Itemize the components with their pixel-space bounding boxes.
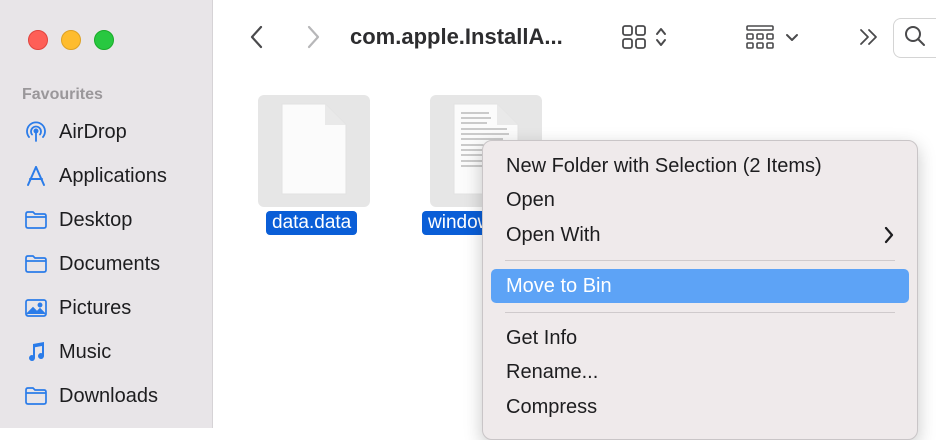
file-item[interactable]: data.data (258, 95, 370, 235)
chevron-left-icon (249, 24, 265, 55)
window-controls (28, 30, 114, 50)
grid-view-icon (621, 24, 647, 55)
favourites-list: AirDrop Applications Desktop Documents P… (0, 110, 212, 418)
menu-item-label: Open With (506, 223, 601, 246)
sidebar-item-label: Downloads (59, 384, 158, 407)
menu-item-open-with[interactable]: Open With (491, 218, 909, 252)
file-name-label[interactable]: data.data (266, 211, 358, 235)
zoom-window-button[interactable] (94, 30, 114, 50)
window-title: com.apple.InstallA... (350, 24, 563, 49)
sidebar-item-music[interactable]: Music (0, 330, 212, 374)
sidebar-item-label: Desktop (59, 208, 133, 231)
search-field[interactable] (893, 18, 936, 58)
sidebar-item-label: Music (59, 340, 112, 363)
view-options-button[interactable] (614, 22, 674, 56)
menu-separator (505, 312, 895, 313)
airdrop-icon (24, 120, 48, 144)
context-menu: New Folder with Selection (2 Items) Open… (482, 140, 918, 440)
sidebar-item-label: Pictures (59, 296, 132, 319)
menu-item-move-to-bin[interactable]: Move to Bin (491, 269, 909, 303)
favourites-section-title: Favourites (22, 86, 103, 103)
music-icon (24, 340, 48, 364)
folder-icon (24, 252, 48, 276)
close-window-button[interactable] (28, 30, 48, 50)
sidebar: Favourites AirDrop Applications Desktop … (0, 0, 213, 428)
menu-item-rename[interactable]: Rename... (491, 355, 909, 389)
minimize-window-button[interactable] (61, 30, 81, 50)
menu-item-new-folder-with-selection[interactable]: New Folder with Selection (2 Items) (491, 149, 909, 183)
sidebar-item-label: AirDrop (59, 120, 127, 143)
folder-icon (24, 208, 48, 232)
menu-separator (505, 260, 895, 261)
sidebar-item-pictures[interactable]: Pictures (0, 286, 212, 330)
back-button[interactable] (242, 22, 272, 56)
search-icon (904, 25, 926, 52)
more-toolbar-items-button[interactable] (854, 22, 884, 56)
chevron-right-icon (305, 24, 321, 55)
sidebar-item-downloads[interactable]: Downloads (0, 374, 212, 418)
pictures-icon (24, 296, 48, 320)
chevron-up-down-icon (655, 25, 667, 54)
submenu-chevron-icon (883, 225, 895, 251)
menu-item-compress[interactable]: Compress (491, 390, 909, 424)
folder-icon (24, 384, 48, 408)
menu-item-open[interactable]: Open (491, 183, 909, 217)
sidebar-item-airdrop[interactable]: AirDrop (0, 110, 212, 154)
sidebar-item-applications[interactable]: Applications (0, 154, 212, 198)
applications-icon (24, 164, 48, 188)
sidebar-item-label: Documents (59, 252, 161, 275)
sidebar-item-documents[interactable]: Documents (0, 242, 212, 286)
menu-item-get-info[interactable]: Get Info (491, 321, 909, 355)
forward-button[interactable] (298, 22, 328, 56)
group-by-button[interactable] (742, 22, 802, 56)
sidebar-item-label: Applications (59, 164, 167, 187)
chevron-down-icon (785, 30, 799, 48)
document-icon (279, 101, 349, 202)
file-thumbnail[interactable] (258, 95, 370, 207)
double-chevron-right-icon (858, 28, 880, 51)
toolbar: com.apple.InstallA... (212, 0, 936, 76)
sidebar-item-desktop[interactable]: Desktop (0, 198, 212, 242)
group-by-icon (745, 24, 775, 55)
